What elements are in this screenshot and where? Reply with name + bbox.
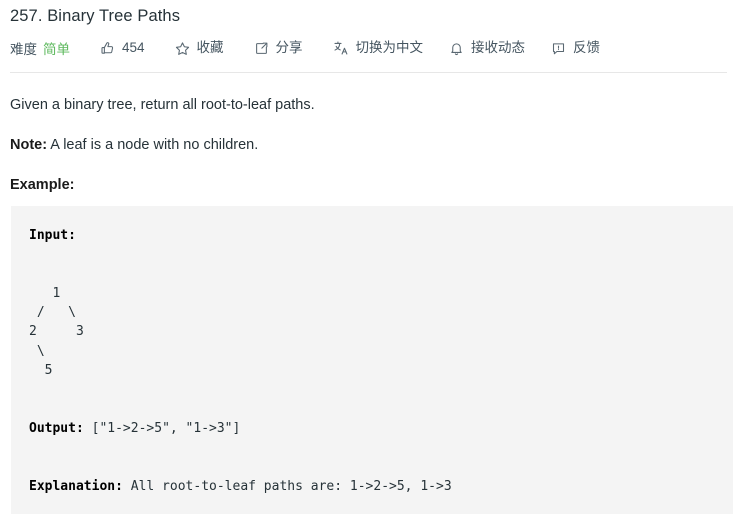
favorite-button[interactable]: 收藏 bbox=[175, 38, 224, 58]
translate-label: 切换为中文 bbox=[355, 40, 424, 55]
explanation-label: Explanation: bbox=[29, 478, 123, 494]
like-count: 454 bbox=[122, 40, 145, 55]
example-code: Input: 1 / \ 2 3 \ 5 Output: ["1->2->5", … bbox=[29, 226, 733, 496]
problem-toolbar: 难度 简单 454 收藏 分享 切换为中文 接收动态 反馈 bbox=[0, 27, 733, 59]
share-icon bbox=[254, 41, 269, 56]
problem-description-panel: 257. Binary Tree Paths 难度 简单 454 收藏 分享 切… bbox=[0, 0, 733, 514]
like-button[interactable]: 454 bbox=[100, 38, 145, 58]
note-label: Note: bbox=[10, 137, 48, 153]
difficulty-value: 简单 bbox=[43, 42, 70, 57]
tree-line: 5 bbox=[29, 363, 53, 379]
star-icon bbox=[175, 41, 190, 56]
subscribe-label: 接收动态 bbox=[471, 40, 526, 55]
explanation-line: Explanation: All root-to-leaf paths are:… bbox=[29, 477, 733, 496]
share-button[interactable]: 分享 bbox=[254, 38, 303, 58]
translate-button[interactable]: 切换为中文 bbox=[333, 38, 424, 58]
example-code-block: Input: 1 / \ 2 3 \ 5 Output: ["1->2->5", … bbox=[11, 206, 733, 514]
example-heading: Example: bbox=[10, 156, 721, 196]
tree-line: / \ bbox=[29, 305, 76, 321]
thumbs-up-icon bbox=[100, 41, 115, 56]
tree-line: 2 3 bbox=[29, 324, 84, 340]
example-label: Example: bbox=[10, 177, 75, 193]
output-label: Output: bbox=[29, 420, 84, 436]
problem-statement: Given a binary tree, return all root-to-… bbox=[10, 97, 315, 113]
output-line: Output: ["1->2->5", "1->3"] bbox=[29, 419, 733, 438]
feedback-bubble-icon bbox=[551, 41, 566, 56]
output-value: ["1->2->5", "1->3"] bbox=[83, 420, 241, 436]
difficulty-label: 难度 bbox=[10, 42, 37, 57]
problem-note: Note: A leaf is a node with no children. bbox=[10, 116, 721, 156]
tree-line: 1 bbox=[29, 285, 61, 301]
tree-line: \ bbox=[29, 343, 45, 359]
translate-icon bbox=[333, 40, 349, 56]
feedback-label: 反馈 bbox=[573, 40, 601, 55]
feedback-button[interactable]: 反馈 bbox=[551, 38, 600, 58]
description-body: Given a binary tree, return all root-to-… bbox=[0, 73, 733, 196]
share-label: 分享 bbox=[275, 40, 303, 55]
note-text: A leaf is a node with no children. bbox=[47, 137, 259, 153]
bell-icon bbox=[449, 41, 464, 56]
favorite-label: 收藏 bbox=[196, 40, 224, 55]
page-title: 257. Binary Tree Paths bbox=[10, 7, 181, 25]
explanation-value: All root-to-leaf paths are: 1->2->5, 1->… bbox=[122, 478, 452, 494]
subscribe-button[interactable]: 接收动态 bbox=[449, 38, 525, 58]
input-label: Input: bbox=[29, 228, 76, 243]
